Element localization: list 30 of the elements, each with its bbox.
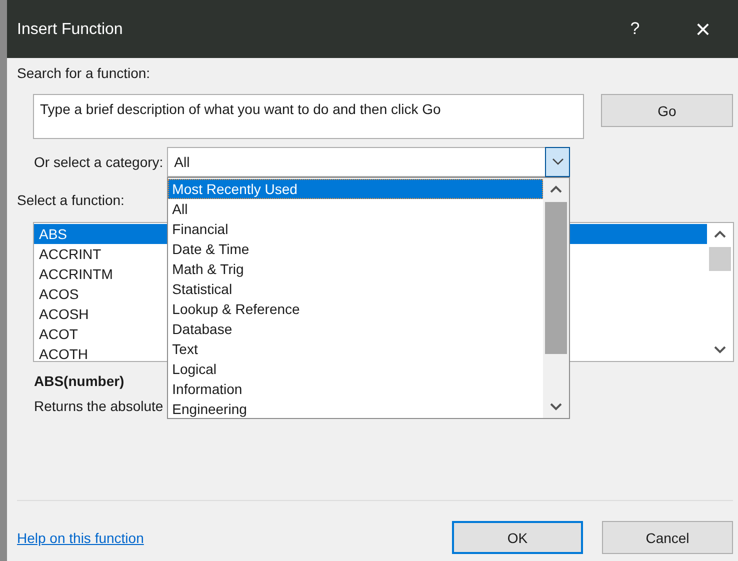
category-option[interactable]: Most Recently Used [168, 179, 544, 199]
go-button[interactable]: Go [601, 94, 733, 127]
help-button[interactable]: ? [605, 9, 665, 49]
window-title: Insert Function [17, 20, 124, 39]
category-option[interactable]: Financial [168, 219, 544, 239]
category-option[interactable]: Date & Time [168, 239, 544, 259]
search-label: Search for a function: [17, 64, 150, 83]
cancel-button[interactable]: Cancel [602, 521, 733, 554]
category-label: Or select a category: [34, 153, 164, 172]
help-link[interactable]: Help on this function [17, 530, 144, 546]
category-option[interactable]: All [168, 199, 544, 219]
category-option[interactable]: Statistical [168, 279, 544, 299]
category-option[interactable]: Information [168, 379, 544, 399]
dropdown-button[interactable] [545, 147, 570, 177]
function-label: Select a function: [17, 191, 124, 210]
chevron-down-icon [552, 158, 564, 166]
category-option[interactable]: Text [168, 339, 544, 359]
category-option[interactable]: Database [168, 319, 544, 339]
function-syntax: ABS(number) [34, 372, 124, 391]
scroll-thumb[interactable] [709, 247, 731, 271]
scrollbar[interactable] [543, 178, 570, 418]
category-option[interactable]: Lookup & Reference [168, 299, 544, 319]
scroll-thumb[interactable] [545, 202, 568, 354]
search-field[interactable]: Type a brief description of what you want to do and then click Go [33, 94, 584, 139]
close-button[interactable]: × [673, 9, 733, 49]
category-option[interactable]: Math & Trig [168, 259, 544, 279]
ok-button[interactable]: OK [452, 521, 583, 554]
function-description: Returns the absolute [34, 397, 164, 416]
category-option[interactable]: Logical [168, 359, 544, 379]
category-option[interactable]: Engineering [168, 399, 544, 419]
